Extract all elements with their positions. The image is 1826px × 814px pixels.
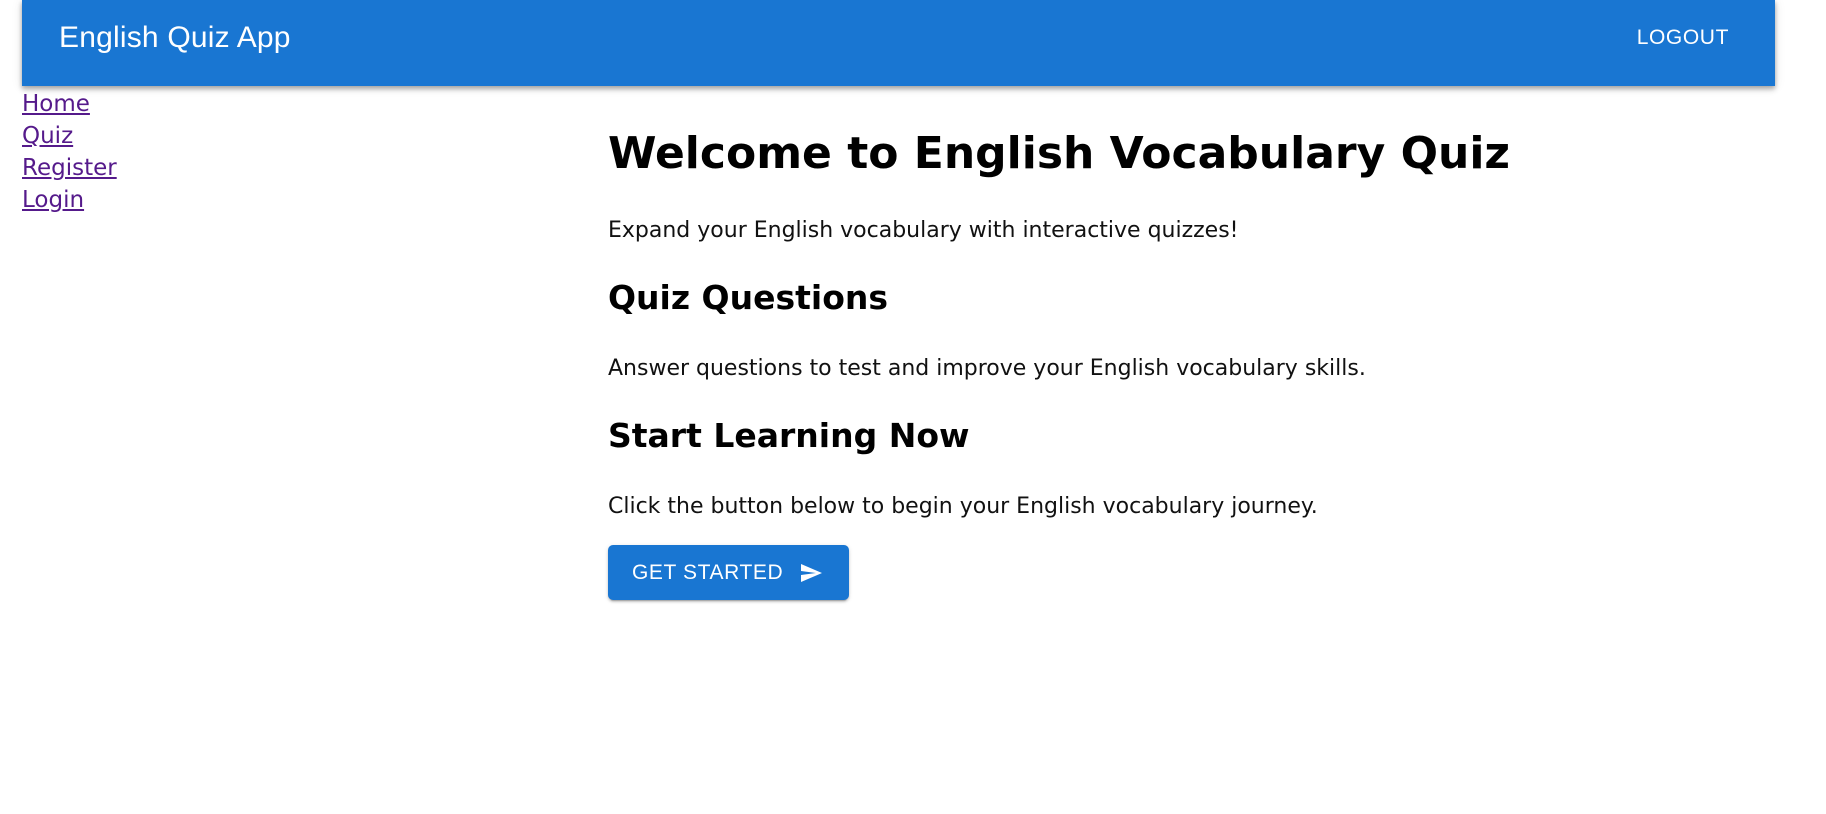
start-learning-heading: Start Learning Now (608, 416, 970, 455)
get-started-label: GET STARTED (632, 560, 784, 584)
get-started-button[interactable]: GET STARTED (608, 545, 850, 600)
nav-link-quiz[interactable]: Quiz (22, 120, 117, 152)
nav-link-login[interactable]: Login (22, 184, 117, 216)
nav-links: Home Quiz Register Login (22, 88, 117, 216)
logout-button[interactable]: LOGOUT (1625, 20, 1741, 56)
nav-link-home[interactable]: Home (22, 88, 117, 120)
nav-link-register[interactable]: Register (22, 152, 117, 184)
page-title: Welcome to English Vocabulary Quiz (608, 128, 1511, 179)
intro-text: Expand your English vocabulary with inte… (608, 218, 1239, 243)
main-content: Welcome to English Vocabulary Quiz Expan… (608, 120, 1608, 600)
start-learning-text: Click the button below to begin your Eng… (608, 494, 1318, 519)
quiz-questions-heading: Quiz Questions (608, 278, 889, 317)
send-icon (797, 561, 825, 585)
app-bar: English Quiz App LOGOUT (22, 0, 1775, 86)
quiz-questions-text: Answer questions to test and improve you… (608, 356, 1366, 381)
app-title: English Quiz App (59, 21, 291, 54)
